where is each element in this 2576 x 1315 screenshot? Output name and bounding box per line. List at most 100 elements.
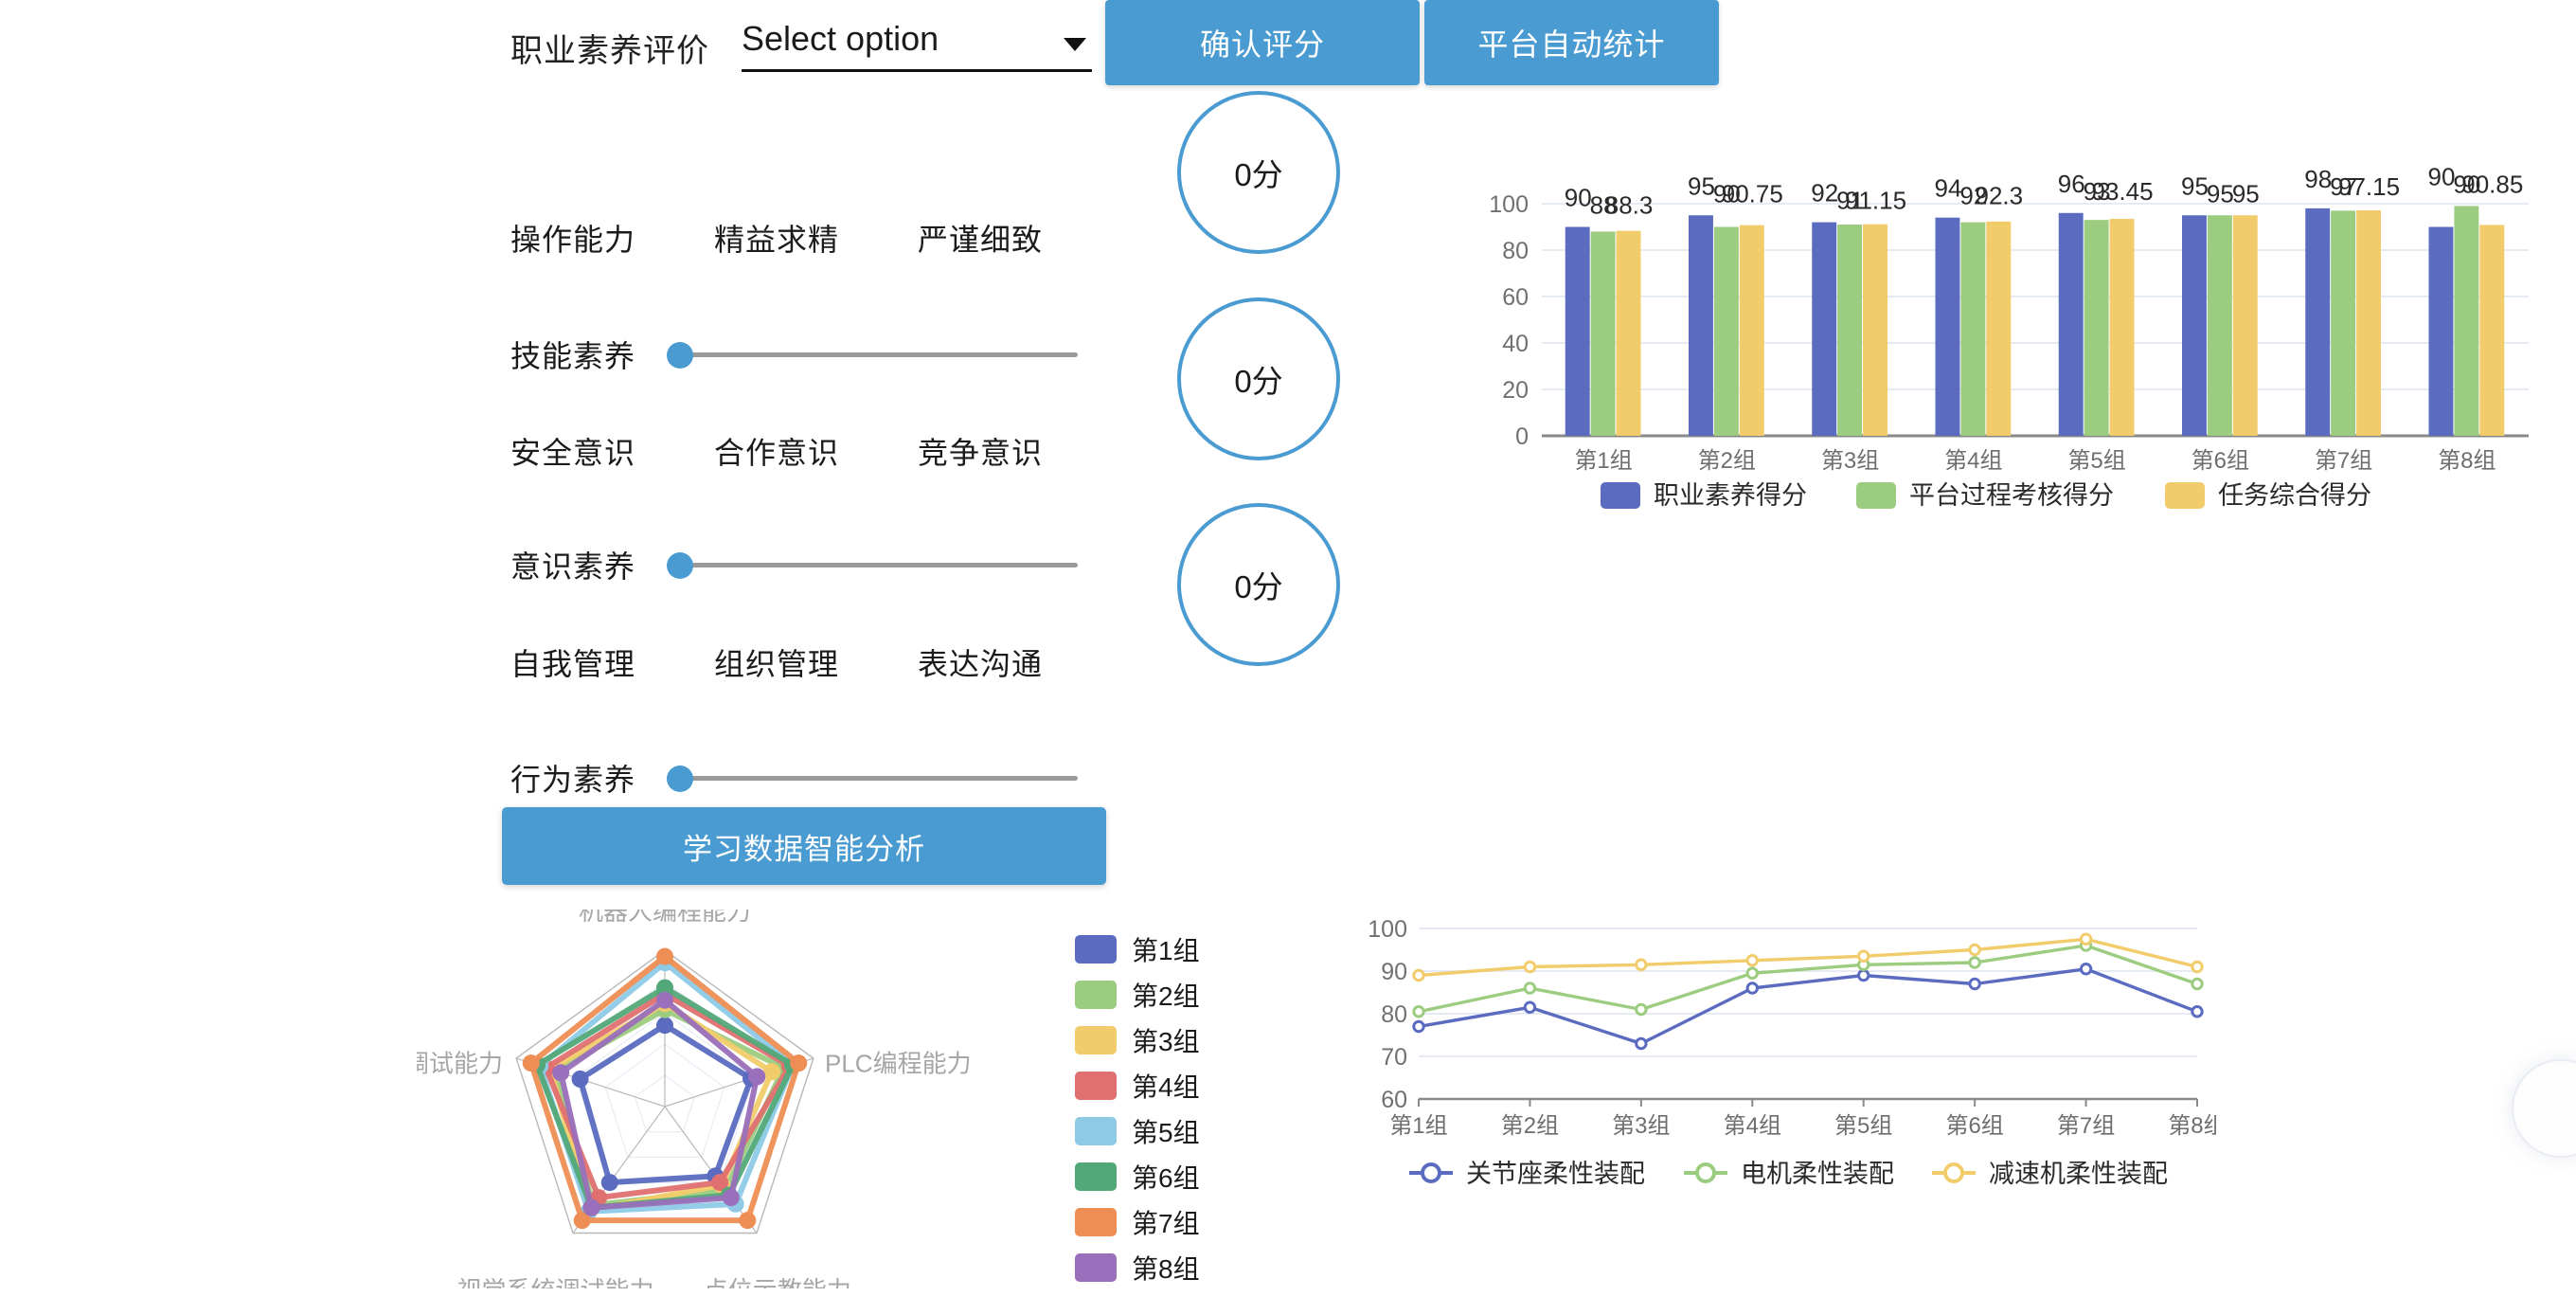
- learning-data-analysis-button[interactable]: 学习数据智能分析: [502, 807, 1106, 885]
- svg-text:60: 60: [1381, 1087, 1407, 1113]
- legend-label: 第5组: [1132, 1118, 1200, 1147]
- svg-text:90.85: 90.85: [2461, 170, 2523, 198]
- svg-text:95: 95: [2232, 179, 2260, 207]
- evaluation-toolbar: 职业素养评价 Select option 确认评分 平台自动统计: [0, 0, 2576, 87]
- slider-label: 技能素养: [510, 339, 636, 373]
- legend-label: 第7组: [1132, 1209, 1200, 1238]
- trait-label: 组织管理: [714, 647, 840, 681]
- svg-text:91.15: 91.15: [1845, 187, 1906, 215]
- svg-text:职业素养得分: 职业素养得分: [1654, 481, 1807, 510]
- svg-text:90: 90: [1381, 959, 1407, 985]
- svg-text:第6组: 第6组: [2191, 448, 2249, 474]
- svg-text:95: 95: [2181, 171, 2209, 200]
- svg-text:第2组: 第2组: [1501, 1113, 1559, 1139]
- select-value: Select option: [742, 19, 939, 58]
- legend-label: 第1组: [1132, 936, 1200, 965]
- chevron-down-icon: [1064, 38, 1086, 51]
- score-circle-skill: 0分: [1177, 91, 1340, 254]
- bar-chart: 020406080100 908888.3第1组959090.75第2组92919…: [1489, 166, 2529, 510]
- legend-label: 第3组: [1132, 1027, 1200, 1056]
- legend-swatch: [1075, 1072, 1117, 1100]
- svg-text:机器人编程能力: 机器人编程能力: [579, 910, 751, 926]
- legend-swatch: [1075, 981, 1117, 1009]
- radar-legend-item[interactable]: 第4组: [1075, 1063, 1200, 1108]
- trait-row: 操作能力 精益求精 严谨细致: [510, 216, 1043, 260]
- radar-legend-item[interactable]: 第8组: [1075, 1245, 1200, 1290]
- app-root: 职业素养评价 Select option 确认评分 平台自动统计 操作能力 精益求…: [0, 0, 2576, 1315]
- legend-swatch: [1075, 935, 1117, 964]
- trait-label: 精益求精: [714, 223, 840, 257]
- svg-text:集成调试能力: 集成调试能力: [417, 1050, 503, 1078]
- radar-legend-item[interactable]: 第6组: [1075, 1154, 1200, 1199]
- svg-text:第5组: 第5组: [2067, 448, 2125, 474]
- slider-row: 行为素养: [510, 756, 1078, 800]
- evaluation-select[interactable]: Select option: [742, 11, 1092, 72]
- svg-text:90: 90: [1565, 184, 1592, 212]
- legend-label: 第8组: [1132, 1254, 1200, 1284]
- svg-text:40: 40: [1502, 331, 1529, 357]
- svg-text:电机柔性装配: 电机柔性装配: [1741, 1160, 1894, 1188]
- svg-text:PLC编程能力: PLC编程能力: [825, 1050, 972, 1078]
- trait-label: 安全意识: [510, 436, 636, 470]
- svg-text:95: 95: [2207, 179, 2234, 207]
- radar-legend-item[interactable]: 第7组: [1075, 1199, 1200, 1245]
- svg-text:点位示教能力: 点位示教能力: [704, 1276, 851, 1288]
- line-chart: 60 70 80 90 100 第1组 第2组 第3组 第4组 第5组 第6组 第7组 第8组关节座柔性…: [1368, 916, 2216, 1188]
- slider-thumb[interactable]: [667, 551, 693, 579]
- svg-text:任务综合得分: 任务综合得分: [2218, 481, 2371, 510]
- confirm-score-button[interactable]: 确认评分: [1105, 0, 1420, 85]
- svg-text:第2组: 第2组: [1698, 448, 1756, 474]
- svg-text:第5组: 第5组: [1834, 1113, 1892, 1139]
- svg-text:70: 70: [1381, 1044, 1407, 1071]
- trait-label: 表达沟通: [918, 647, 1044, 681]
- slider-row: 意识素养: [510, 543, 1078, 586]
- svg-text:减速机柔性装配: 减速机柔性装配: [1989, 1160, 2168, 1188]
- slider-track[interactable]: [667, 341, 1078, 369]
- svg-text:94: 94: [1934, 174, 1961, 203]
- legend-label: 第2组: [1132, 982, 1200, 1011]
- trait-label: 自我管理: [510, 647, 636, 681]
- legend-swatch: [1075, 1253, 1117, 1282]
- svg-text:第4组: 第4组: [1944, 448, 2002, 474]
- svg-text:93.45: 93.45: [2092, 177, 2154, 206]
- svg-text:第7组: 第7组: [2315, 448, 2372, 474]
- radar-legend-item[interactable]: 第3组: [1075, 1018, 1200, 1063]
- floating-action-button[interactable]: [2512, 1059, 2576, 1158]
- svg-text:97.15: 97.15: [2338, 172, 2400, 201]
- radar-legend-item[interactable]: 第1组: [1075, 927, 1200, 972]
- slider-label: 意识素养: [510, 549, 636, 584]
- slider-track[interactable]: [667, 551, 1078, 579]
- svg-text:20: 20: [1502, 377, 1529, 404]
- slider-row: 技能素养: [510, 333, 1078, 376]
- trait-label: 竞争意识: [918, 436, 1044, 470]
- svg-text:98: 98: [2304, 166, 2332, 193]
- legend-swatch: [1075, 1117, 1117, 1145]
- svg-text:80: 80: [1502, 238, 1529, 264]
- svg-text:90.75: 90.75: [1722, 179, 1783, 207]
- slider-track[interactable]: [667, 765, 1078, 792]
- legend-swatch: [1075, 1026, 1117, 1054]
- svg-text:92: 92: [1811, 179, 1838, 207]
- radar-chart-legend: 第1组第2组第3组第4组第5组第6组第7组第8组: [1075, 927, 1200, 1290]
- radar-legend-item[interactable]: 第2组: [1075, 972, 1200, 1018]
- radar-legend-item[interactable]: 第5组: [1075, 1108, 1200, 1154]
- platform-auto-stat-button[interactable]: 平台自动统计: [1424, 0, 1719, 85]
- svg-text:60: 60: [1502, 284, 1529, 311]
- svg-text:88.3: 88.3: [1605, 191, 1654, 220]
- svg-text:视觉系统调试能力: 视觉系统调试能力: [456, 1276, 653, 1288]
- svg-text:平台过程考核得分: 平台过程考核得分: [1909, 481, 2114, 510]
- slider-thumb[interactable]: [667, 765, 693, 792]
- svg-text:第8组: 第8组: [2438, 448, 2496, 474]
- svg-text:第1组: 第1组: [1574, 448, 1632, 474]
- svg-text:关节座柔性装配: 关节座柔性装配: [1466, 1160, 1645, 1188]
- svg-text:100: 100: [1368, 916, 1407, 943]
- svg-text:第8组: 第8组: [2168, 1113, 2216, 1139]
- trait-label: 合作意识: [714, 436, 840, 470]
- evaluation-title: 职业素养评价: [510, 33, 709, 69]
- svg-text:第3组: 第3组: [1821, 448, 1879, 474]
- slider-label: 行为素养: [510, 763, 636, 797]
- radar-chart: 机器人编程能力 PLC编程能力点位示教能力 视觉系统调试能力 集成调试能力: [417, 910, 972, 1288]
- svg-text:95: 95: [1688, 171, 1715, 200]
- slider-thumb[interactable]: [667, 341, 693, 369]
- trait-label: 严谨细致: [918, 223, 1044, 257]
